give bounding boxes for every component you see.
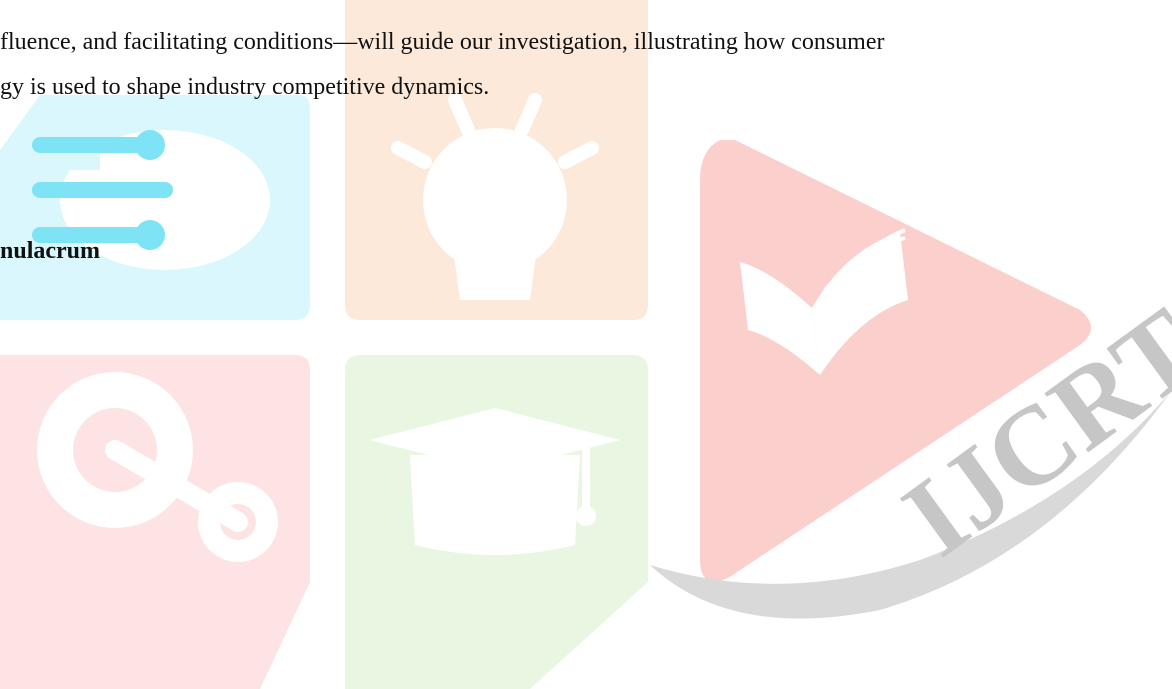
section-heading: nulacrum [0,238,101,264]
body-line: gy is used to shape industry competitive… [0,74,490,100]
document-text: fluence, and facilitating conditions—wil… [0,0,1172,689]
body-line: fluence, and facilitating conditions—wil… [0,29,885,55]
body-line-partial [0,0,6,14]
